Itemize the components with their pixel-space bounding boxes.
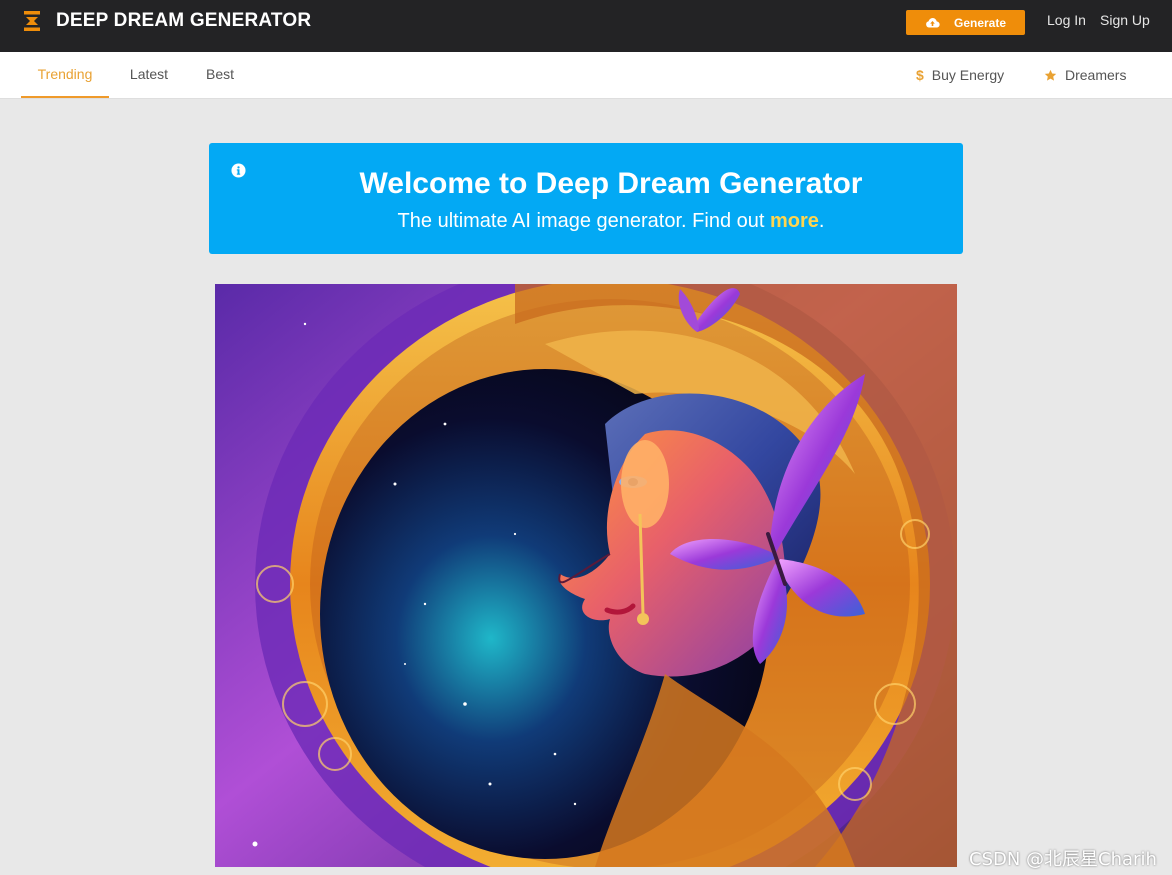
dollar-icon: $ [916,67,924,83]
brand-name: DEEP DREAM GENERATOR [56,10,312,31]
star-icon [1044,69,1057,81]
dreamers-link[interactable]: Dreamers [1044,52,1126,98]
banner-subtitle-end: . [818,210,825,232]
cloud-upload-icon [926,18,940,28]
featured-artwork[interactable] [215,284,957,867]
banner-subtitle: The ultimate AI image generator. Find ou… [209,208,963,234]
tab-best[interactable]: Best [204,52,236,98]
ddg-logo-icon [24,11,40,31]
welcome-banner: Welcome to Deep Dream Generator The ulti… [209,143,963,254]
dreamers-label: Dreamers [1065,67,1127,83]
banner-subtitle-text: The ultimate AI image generator. Find ou… [397,210,770,232]
tab-latest[interactable]: Latest [128,52,170,98]
watermark-text: CSDN @北辰星Charih [969,849,1157,870]
generate-button[interactable]: Generate [906,10,1025,35]
signup-link[interactable]: Sign Up [1100,12,1150,28]
banner-title: Welcome to Deep Dream Generator [359,167,863,200]
brand-logo-link[interactable]: DEEP DREAM GENERATOR [22,10,311,32]
buy-energy-label: Buy Energy [931,67,1005,83]
login-link[interactable]: Log In [1047,12,1086,28]
top-navbar: DEEP DREAM GENERATOR Generate Log In Sig… [0,0,1172,52]
artwork-image [215,284,957,867]
tab-trending[interactable]: Trending [21,52,109,98]
sub-navbar: Trending Latest Best $ Buy Energy Dreame… [0,52,1172,99]
buy-energy-link[interactable]: $ Buy Energy [916,52,1004,98]
generate-button-label: Generate [953,15,1007,30]
more-link[interactable]: more [770,210,819,232]
